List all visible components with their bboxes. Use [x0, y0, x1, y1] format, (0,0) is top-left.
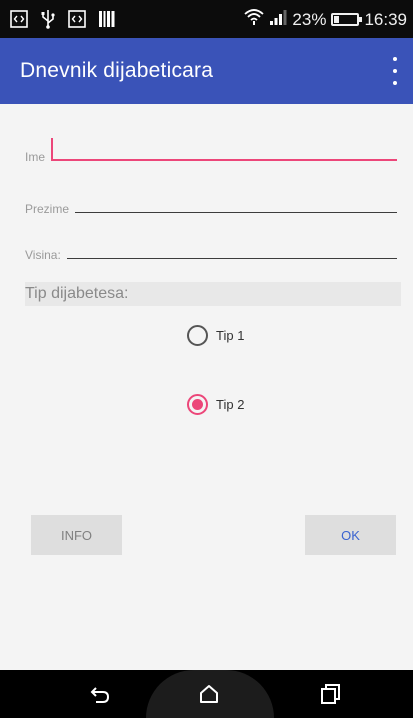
ime-field[interactable]: Ime — [25, 138, 397, 164]
visina-input[interactable] — [67, 237, 397, 257]
signal-icon — [269, 9, 287, 30]
prezime-label: Prezime — [25, 202, 76, 216]
wifi-icon — [244, 8, 265, 31]
navigation-bar — [0, 670, 413, 718]
ime-input[interactable] — [53, 139, 397, 159]
status-bar: 23% 16:39 — [0, 0, 413, 38]
status-notifications — [10, 9, 128, 34]
ime-underline — [25, 159, 397, 161]
app-title: Dnevnik dijabeticara — [20, 59, 214, 82]
battery-percent: 23% — [292, 9, 327, 29]
visina-underline — [25, 258, 397, 259]
home-icon[interactable] — [197, 682, 221, 706]
radio-tip-2-label: Tip 2 — [216, 397, 245, 412]
info-button[interactable]: INFO — [31, 515, 122, 555]
radio-unchecked-icon[interactable] — [187, 325, 208, 346]
status-system: 23% 16:39 — [239, 8, 407, 31]
visina-field[interactable]: Visina: — [25, 237, 397, 262]
battery-icon — [331, 13, 363, 26]
visina-label: Visina: — [25, 248, 67, 262]
app-bar: Dnevnik dijabeticara — [0, 38, 413, 104]
clock: 16:39 — [364, 9, 407, 29]
ime-label: Ime — [25, 150, 52, 164]
overflow-menu-icon[interactable] — [391, 57, 399, 85]
ok-button[interactable]: OK — [305, 515, 396, 555]
recents-icon[interactable] — [318, 682, 342, 706]
code-notification-icon — [10, 10, 28, 33]
usb-icon — [40, 9, 56, 34]
radio-dot — [192, 399, 203, 410]
radio-tip-1-label: Tip 1 — [216, 328, 245, 343]
radio-checked-icon[interactable] — [187, 394, 208, 415]
diabetes-type-label: Tip dijabetesa: — [25, 285, 129, 302]
radio-tip-1[interactable]: Tip 1 — [187, 325, 244, 346]
radio-tip-2[interactable]: Tip 2 — [187, 394, 244, 415]
prezime-field[interactable]: Prezime — [25, 191, 397, 216]
barcode-icon — [98, 10, 116, 33]
diabetes-type-header: Tip dijabetesa: — [25, 282, 401, 306]
prezime-underline — [25, 212, 397, 213]
code-notification-icon — [68, 10, 86, 33]
prezime-input[interactable] — [77, 191, 397, 211]
back-icon[interactable] — [88, 682, 112, 706]
